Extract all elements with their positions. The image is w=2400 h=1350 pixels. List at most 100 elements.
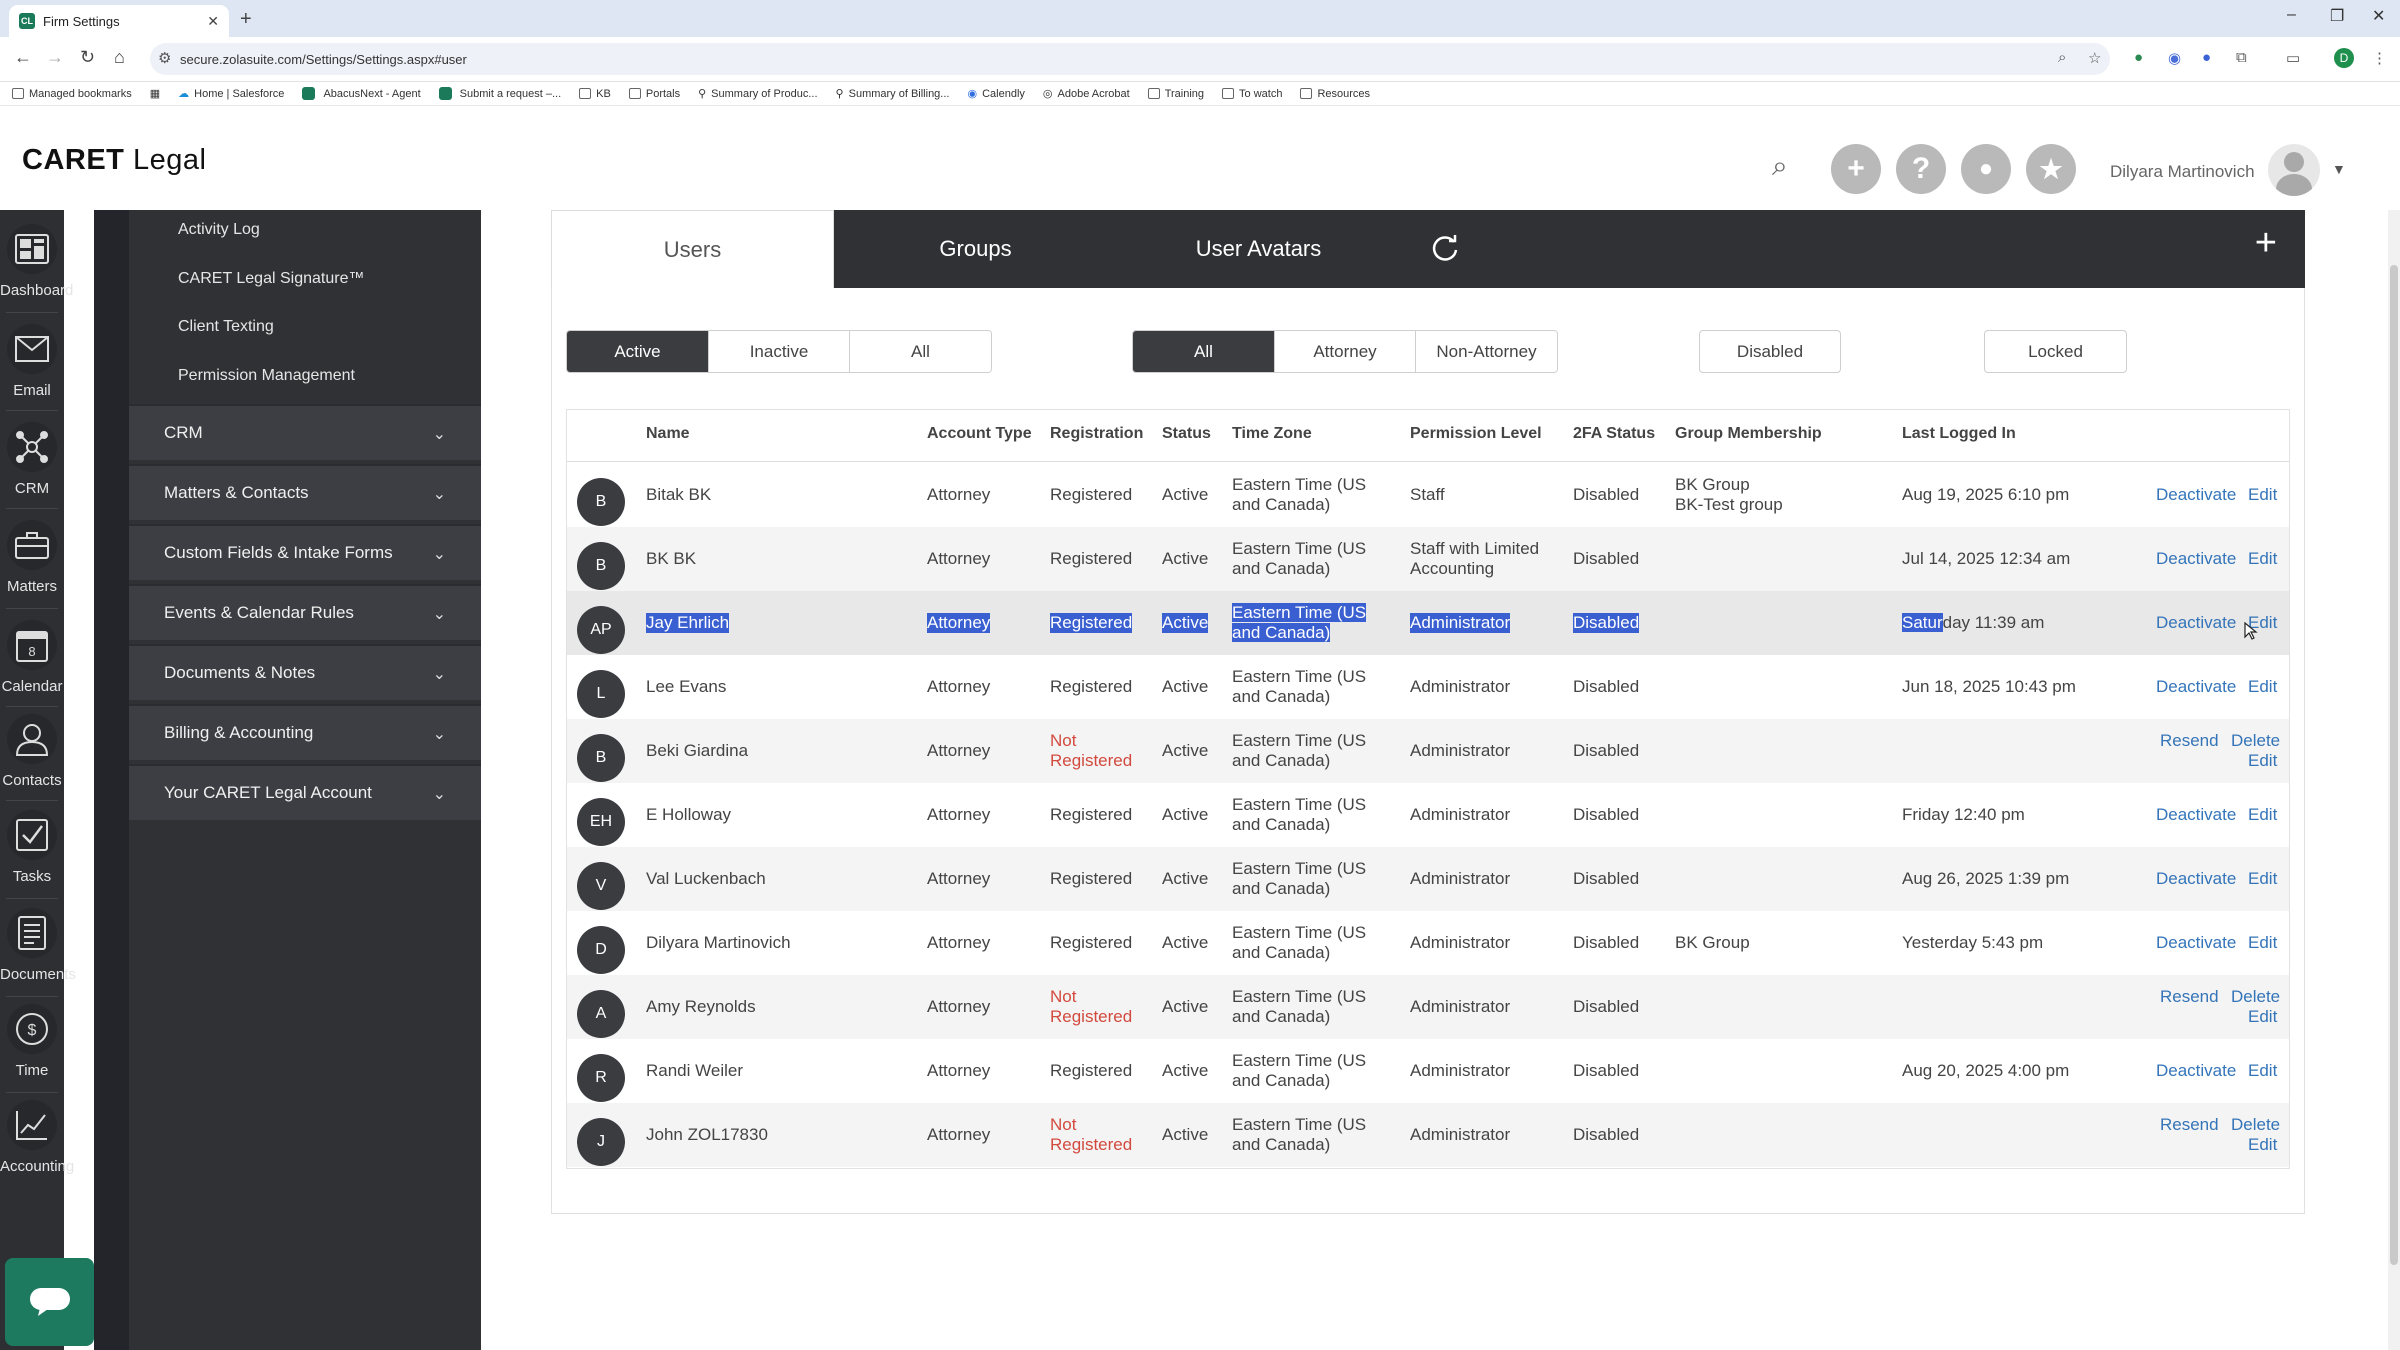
zoom-icon[interactable]: ⌕ bbox=[2058, 49, 2066, 66]
extension-chat-icon[interactable]: ● bbox=[2202, 49, 2211, 66]
rail-item-crm[interactable]: CRM bbox=[0, 422, 64, 497]
rail-item-accounting[interactable]: Accounting bbox=[0, 1100, 74, 1175]
close-tab-icon[interactable]: ✕ bbox=[207, 13, 219, 30]
nav-section-documents-notes[interactable]: Documents & Notes ⌄ bbox=[129, 644, 481, 700]
edit-link[interactable]: Edit bbox=[2248, 549, 2277, 569]
tab-users[interactable]: Users bbox=[551, 210, 834, 288]
rail-item-matters[interactable]: Matters bbox=[0, 520, 64, 595]
bookmark-item[interactable]: Managed bookmarks bbox=[12, 88, 132, 100]
resend-link[interactable]: Resend bbox=[2160, 731, 2219, 751]
bookmark-item[interactable]: Portals bbox=[628, 88, 680, 100]
table-row[interactable]: R Randi Weiler Attorney Registered Activ… bbox=[567, 1039, 2289, 1103]
search-icon[interactable]: ⌕ bbox=[1772, 150, 1788, 183]
col-registration[interactable]: Registration bbox=[1050, 425, 1143, 443]
deactivate-link[interactable]: Deactivate bbox=[2156, 1061, 2236, 1081]
edit-link[interactable]: Edit bbox=[2248, 485, 2277, 505]
forward-icon[interactable]: → bbox=[46, 47, 64, 68]
table-row[interactable]: V Val Luckenbach Attorney Registered Act… bbox=[567, 847, 2289, 911]
nav-section-custom-fields[interactable]: Custom Fields & Intake Forms ⌄ bbox=[129, 524, 481, 580]
refresh-icon[interactable] bbox=[1427, 230, 1463, 271]
bookmark-item[interactable]: AbacusNext - Agent bbox=[302, 87, 421, 100]
edit-link[interactable]: Edit bbox=[2248, 869, 2277, 889]
caret-legal-logo[interactable]: CARET Legal bbox=[22, 144, 206, 177]
add-user-icon[interactable]: + bbox=[2255, 222, 2277, 265]
scrollbar-thumb[interactable] bbox=[2390, 265, 2398, 1265]
extension-green-icon[interactable]: ● bbox=[2134, 49, 2143, 66]
col-group-membership[interactable]: Group Membership bbox=[1675, 425, 1822, 443]
tab-user-avatars[interactable]: User Avatars bbox=[1117, 210, 1400, 288]
minimize-icon[interactable]: – bbox=[2287, 6, 2296, 24]
nav-section-events-calendar[interactable]: Events & Calendar Rules ⌄ bbox=[129, 584, 481, 640]
bookmark-item[interactable]: ⚲ Summary of Produc... bbox=[698, 87, 817, 101]
bookmark-item[interactable]: ⚲ Summary of Billing... bbox=[836, 87, 950, 101]
chat-icon[interactable]: ● bbox=[1961, 144, 2011, 194]
edit-link[interactable]: Edit bbox=[2248, 933, 2277, 953]
browser-menu-icon[interactable]: ⋮ bbox=[2372, 49, 2387, 67]
rail-item-email[interactable]: Email bbox=[0, 324, 64, 399]
reload-icon[interactable]: ↻ bbox=[80, 47, 95, 68]
bookmark-item[interactable]: ◎ Adobe Acrobat bbox=[1043, 87, 1130, 101]
bookmark-item[interactable]: ◉ Calendly bbox=[967, 87, 1024, 101]
nav-client-texting[interactable]: Client Texting bbox=[178, 318, 274, 336]
nav-section-account[interactable]: Your CARET Legal Account ⌄ bbox=[129, 764, 481, 820]
rail-item-calendar[interactable]: 8 Calendar bbox=[0, 620, 64, 695]
deactivate-link[interactable]: Deactivate bbox=[2156, 933, 2236, 953]
help-icon[interactable]: ? bbox=[1896, 144, 1946, 194]
edit-link[interactable]: Edit bbox=[2248, 1007, 2277, 1027]
bookmark-item[interactable]: KB bbox=[579, 88, 611, 100]
filter-disabled[interactable]: Disabled bbox=[1699, 330, 1841, 373]
table-row[interactable]: L Lee Evans Attorney Registered Active E… bbox=[567, 655, 2289, 719]
deactivate-link[interactable]: Deactivate bbox=[2156, 485, 2236, 505]
edit-link[interactable]: Edit bbox=[2248, 1061, 2277, 1081]
favorites-star-icon[interactable]: ★ bbox=[2026, 144, 2076, 194]
nav-section-matters-contacts[interactable]: Matters & Contacts ⌄ bbox=[129, 464, 481, 520]
table-row[interactable]: EH E Holloway Attorney Registered Active… bbox=[567, 783, 2289, 847]
deactivate-link[interactable]: Deactivate bbox=[2156, 869, 2236, 889]
deactivate-link[interactable]: Deactivate bbox=[2156, 805, 2236, 825]
profile-avatar[interactable]: D bbox=[2334, 48, 2354, 68]
nav-activity-log[interactable]: Activity Log bbox=[178, 221, 260, 239]
nav-section-billing[interactable]: Billing & Accounting ⌄ bbox=[129, 704, 481, 760]
edit-link[interactable]: Edit bbox=[2248, 805, 2277, 825]
col-last-logged-in[interactable]: Last Logged In bbox=[1902, 425, 2016, 443]
filter-inactive[interactable]: Inactive bbox=[709, 331, 850, 372]
deactivate-link[interactable]: Deactivate bbox=[2156, 613, 2236, 633]
resend-link[interactable]: Resend bbox=[2160, 1115, 2219, 1135]
tab-groups[interactable]: Groups bbox=[834, 210, 1117, 288]
extension-blue-icon[interactable]: ◉ bbox=[2168, 49, 2181, 67]
edit-link[interactable]: Edit bbox=[2248, 751, 2277, 771]
user-avatar[interactable] bbox=[2268, 144, 2320, 196]
bookmark-item[interactable]: To watch bbox=[1222, 88, 1282, 100]
rail-item-contacts[interactable]: Contacts bbox=[0, 714, 64, 789]
chat-support-button[interactable] bbox=[5, 1258, 94, 1346]
col-time-zone[interactable]: Time Zone bbox=[1232, 425, 1312, 443]
resend-link[interactable]: Resend bbox=[2160, 987, 2219, 1007]
edit-link[interactable]: Edit bbox=[2248, 677, 2277, 697]
home-icon[interactable]: ⌂ bbox=[114, 47, 125, 68]
delete-link[interactable]: Delete bbox=[2231, 731, 2280, 751]
rail-item-time[interactable]: $ Time bbox=[0, 1004, 64, 1079]
delete-link[interactable]: Delete bbox=[2231, 1115, 2280, 1135]
table-row[interactable]: B Beki Giardina Attorney Not Registered A… bbox=[567, 719, 2289, 783]
user-name[interactable]: Dilyara Martinovich bbox=[2110, 162, 2255, 182]
filter-type-all[interactable]: All bbox=[1133, 331, 1275, 372]
page-scrollbar[interactable] bbox=[2388, 210, 2400, 1350]
table-row[interactable]: A Amy Reynolds Attorney Not Registered Ac… bbox=[567, 975, 2289, 1039]
edit-link[interactable]: Edit bbox=[2248, 1135, 2277, 1155]
filter-active[interactable]: Active bbox=[567, 331, 709, 372]
col-name[interactable]: Name bbox=[646, 425, 690, 443]
bookmark-star-icon[interactable]: ☆ bbox=[2088, 49, 2101, 67]
col-status[interactable]: Status bbox=[1162, 425, 1211, 443]
table-row-selected[interactable]: AP Jay Ehrlich Attorney Registered Activ… bbox=[567, 591, 2289, 655]
site-settings-icon[interactable]: ⚙ bbox=[158, 49, 171, 67]
url-field[interactable]: secure.zolasuite.com/Settings/Settings.a… bbox=[150, 43, 2110, 75]
nav-section-crm[interactable]: CRM ⌄ bbox=[129, 404, 481, 460]
col-2fa-status[interactable]: 2FA Status bbox=[1573, 425, 1655, 443]
filter-locked[interactable]: Locked bbox=[1984, 330, 2127, 373]
bookmark-item[interactable]: ☁ Home | Salesforce bbox=[178, 87, 284, 101]
rail-item-documents[interactable]: Documents bbox=[0, 908, 76, 983]
filter-non-attorney[interactable]: Non-Attorney bbox=[1416, 331, 1557, 372]
rail-item-dashboard[interactable]: Dashboard bbox=[0, 224, 73, 299]
col-account-type[interactable]: Account Type bbox=[927, 425, 1032, 443]
table-row[interactable]: B Bitak BK Attorney Registered Active Ea… bbox=[567, 463, 2289, 527]
